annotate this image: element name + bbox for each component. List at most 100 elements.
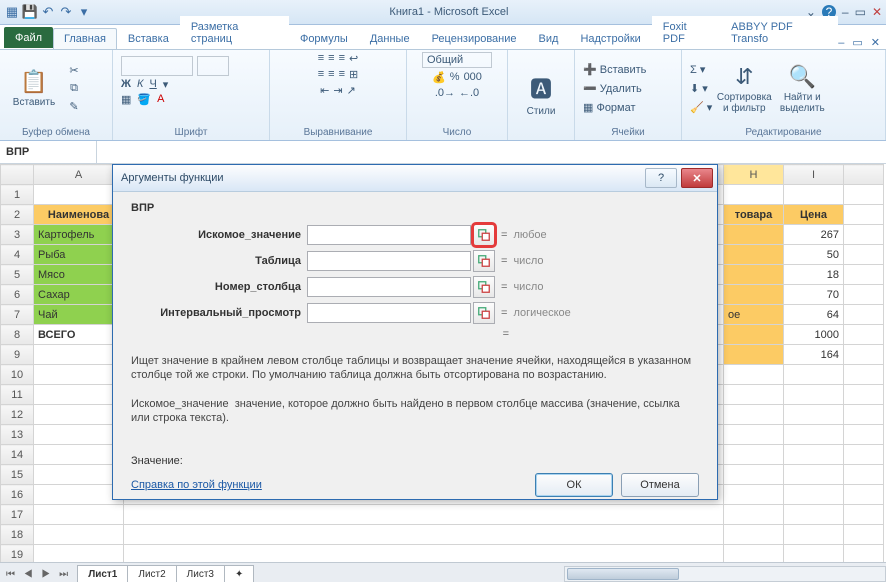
dialog-help-button[interactable]: ? [645,168,677,188]
orientation-icon[interactable]: ↗ [347,84,356,97]
range-selector-button[interactable] [473,224,495,246]
cell[interactable] [844,345,884,365]
cell[interactable] [844,405,884,425]
cell[interactable] [724,485,784,505]
fill-color-button[interactable]: 🪣 [137,93,151,106]
range-selector-button[interactable] [473,250,495,272]
cell[interactable]: 70 [784,285,844,305]
cell[interactable] [724,285,784,305]
currency-icon[interactable]: 💰 [432,71,446,84]
range-selector-button[interactable] [473,302,495,324]
cell[interactable]: Мясо [34,265,124,285]
cell[interactable] [34,545,124,563]
select-all[interactable] [1,165,34,185]
cell[interactable] [844,505,884,525]
dialog-close-button[interactable]: ✕ [681,168,713,188]
cell[interactable]: Наименова [34,205,124,225]
sort-filter-button[interactable]: ⇵Сортировка и фильтр [718,64,770,114]
tab-home[interactable]: Главная [53,28,117,49]
cell[interactable]: 267 [784,225,844,245]
cell[interactable]: Сахар [34,285,124,305]
autosum-icon[interactable]: Σ ▾ [690,63,712,76]
sheet-nav[interactable]: ⏮ ◀ ▶ ⏭ [0,569,77,580]
cell[interactable]: 50 [784,245,844,265]
workbook-minimize-icon[interactable]: – [842,5,849,19]
cell[interactable] [844,265,884,285]
ok-button[interactable]: ОК [535,473,613,497]
tab-addins[interactable]: Надстройки [569,28,651,49]
qat-dropdown-icon[interactable]: ▾ [76,4,92,20]
cell[interactable] [34,425,124,445]
cell[interactable] [724,545,784,563]
row-header[interactable]: 1 [1,185,34,205]
cell[interactable] [124,525,724,545]
cell[interactable] [724,405,784,425]
percent-icon[interactable]: % [450,71,460,84]
cell[interactable] [124,505,724,525]
cell[interactable] [724,525,784,545]
comma-icon[interactable]: 000 [464,71,482,84]
cell[interactable] [844,385,884,405]
tab-foxit[interactable]: Foxit PDF [652,16,720,49]
cell[interactable] [784,425,844,445]
cell[interactable]: Картофель [34,225,124,245]
col-header[interactable]: H [724,165,784,185]
row-header[interactable]: 3 [1,225,34,245]
inc-decimal-icon[interactable]: .0→ [435,87,455,99]
cell[interactable] [724,265,784,285]
row-header[interactable]: 5 [1,265,34,285]
cell[interactable] [724,445,784,465]
cell[interactable] [34,445,124,465]
cell[interactable] [784,405,844,425]
row-header[interactable]: 18 [1,525,34,545]
row-header[interactable]: 6 [1,285,34,305]
sheet-tab[interactable]: Лист1 [77,565,128,582]
row-header[interactable]: 4 [1,245,34,265]
cell[interactable]: Рыба [34,245,124,265]
find-select-button[interactable]: 🔍Найти и выделить [776,64,828,114]
cell[interactable] [844,485,884,505]
col-header[interactable]: A [34,165,124,185]
indent-dec-icon[interactable]: ⇤ [320,84,329,97]
row-header[interactable]: 2 [1,205,34,225]
arg-input[interactable] [307,225,471,245]
row-header[interactable]: 8 [1,325,34,345]
cell[interactable] [844,225,884,245]
cell[interactable] [784,465,844,485]
arg-input[interactable] [307,277,471,297]
align-left-icon[interactable]: ≡ [318,68,324,81]
cell[interactable] [844,525,884,545]
cell[interactable] [34,185,124,205]
fill-icon[interactable]: ⬇ ▾ [690,82,712,95]
cell[interactable] [784,505,844,525]
cell[interactable] [844,185,884,205]
cut-icon[interactable]: ✂ [66,63,82,79]
row-header[interactable]: 14 [1,445,34,465]
cell[interactable]: 164 [784,345,844,365]
tab-file[interactable]: Файл [4,27,53,48]
row-header[interactable]: 11 [1,385,34,405]
cell[interactable] [724,505,784,525]
cell[interactable] [844,245,884,265]
app-restore-icon[interactable]: ▭ [852,36,862,49]
function-help-link[interactable]: Справка по этой функции [131,479,262,491]
cell[interactable] [844,545,884,563]
row-header[interactable]: 19 [1,545,34,563]
cell[interactable] [724,345,784,365]
arg-input[interactable] [307,251,471,271]
merge-icon[interactable]: ⊞ [349,68,358,81]
name-box[interactable]: ВПР [0,141,97,163]
cell[interactable]: Чай [34,305,124,325]
border-button[interactable]: ▦ [121,93,131,106]
cells-delete-button[interactable]: ➖ Удалить [583,82,646,95]
format-painter-icon[interactable]: ✎ [66,99,82,115]
redo-icon[interactable]: ↷ [58,4,74,20]
paste-button[interactable]: 📋Вставить [8,69,60,108]
align-top-icon[interactable]: ≡ [318,52,324,65]
cell[interactable] [724,465,784,485]
clear-icon[interactable]: 🧹 ▾ [690,101,712,114]
workbook-restore-icon[interactable]: ▭ [855,5,866,19]
cell[interactable]: Цена [784,205,844,225]
font-color-button[interactable]: A [157,93,164,106]
cell[interactable] [784,385,844,405]
